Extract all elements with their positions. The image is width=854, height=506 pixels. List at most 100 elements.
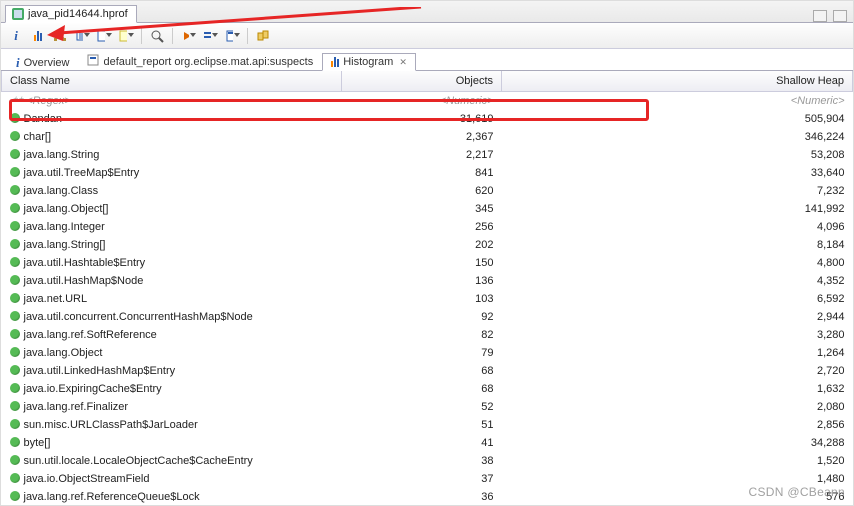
class-icon [10, 311, 20, 321]
cell-class-name: java.util.TreeMap$Entry [2, 164, 342, 182]
tab-histogram[interactable]: Histogram ✕ [322, 53, 416, 71]
table-row[interactable]: byte[]4134,288 [2, 434, 853, 452]
table-row[interactable]: char[]2,367346,224 [2, 128, 853, 146]
table-row[interactable]: java.lang.ref.Finalizer522,080 [2, 398, 853, 416]
table-row[interactable]: java.lang.Object[]345141,992 [2, 200, 853, 218]
sub-tab-bar: i Overview default_report org.eclipse.ma… [1, 49, 853, 71]
watermark: CSDN @CBeann [749, 485, 845, 499]
table-row[interactable]: java.util.HashMap$Node1364,352 [2, 272, 853, 290]
cell-class-name: java.lang.Object[] [2, 200, 342, 218]
cell-shallow: 2,944 [502, 308, 853, 326]
cell-class-name: sun.misc.URLClassPath$JarLoader [2, 416, 342, 434]
maximize-button[interactable] [833, 10, 847, 22]
cell-class-name: char[] [2, 128, 342, 146]
cell-objects: 41 [342, 434, 502, 452]
table-header-row: Class Name Objects Shallow Heap [2, 71, 853, 92]
cell-class-name: java.lang.ref.SoftReference [2, 326, 342, 344]
class-icon [10, 167, 20, 177]
col-class-name[interactable]: Class Name [2, 71, 342, 92]
table-row[interactable]: java.util.LinkedHashMap$Entry682,720 [2, 362, 853, 380]
cell-objects: 82 [342, 326, 502, 344]
close-icon[interactable]: ✕ [399, 57, 407, 68]
cell-class-name: java.lang.Integer [2, 218, 342, 236]
filter-row[interactable]: ⁺⁺ <Regex> <Numeric> <Numeric> [2, 92, 853, 110]
table-row[interactable]: Dandan31,619505,904 [2, 110, 853, 128]
histogram-table: Class Name Objects Shallow Heap ⁺⁺ <Rege… [1, 71, 853, 505]
table-row[interactable]: java.lang.String2,21753,208 [2, 146, 853, 164]
thread-overview-button[interactable] [73, 27, 91, 45]
class-icon [10, 221, 20, 231]
table-row[interactable]: java.lang.Class6207,232 [2, 182, 853, 200]
search-button[interactable] [148, 27, 166, 45]
histogram-button[interactable] [29, 27, 47, 45]
cell-shallow: 505,904 [502, 110, 853, 128]
cell-shallow: 1,264 [502, 344, 853, 362]
cell-class-name: sun.util.locale.LocaleObjectCache$CacheE… [2, 452, 342, 470]
table-row[interactable]: java.lang.String[]2028,184 [2, 236, 853, 254]
table-row[interactable]: java.lang.ref.ReferenceQueue$Lock36576 [2, 488, 853, 506]
run-report-button[interactable] [179, 27, 197, 45]
cell-class-name: java.lang.ref.ReferenceQueue$Lock [2, 488, 342, 506]
col-shallow[interactable]: Shallow Heap [502, 71, 853, 92]
cell-objects: 2,217 [342, 146, 502, 164]
hprof-file-icon [12, 8, 24, 20]
table-row[interactable]: java.io.ExpiringCache$Entry681,632 [2, 380, 853, 398]
cell-shallow: 53,208 [502, 146, 853, 164]
cell-shallow: 33,640 [502, 164, 853, 182]
cell-class-name: java.lang.String [2, 146, 342, 164]
cell-objects: 31,619 [342, 110, 502, 128]
table-row[interactable]: java.lang.Object791,264 [2, 344, 853, 362]
cell-shallow: 6,592 [502, 290, 853, 308]
cell-objects: 103 [342, 290, 502, 308]
class-icon [10, 275, 20, 285]
cell-class-name: java.lang.Class [2, 182, 342, 200]
group-button[interactable] [201, 27, 219, 45]
class-icon [10, 491, 20, 501]
minimize-button[interactable] [813, 10, 827, 22]
cell-class-name: java.util.concurrent.ConcurrentHashMap$N… [2, 308, 342, 326]
table-row[interactable]: java.lang.ref.SoftReference823,280 [2, 326, 853, 344]
chevron-down-icon [212, 33, 218, 39]
chevron-down-icon [128, 33, 134, 39]
top-consumers-button[interactable] [95, 27, 113, 45]
tab-label: default_report org.eclipse.mat.api:suspe… [103, 56, 313, 68]
cell-class-name: java.net.URL [2, 290, 342, 308]
toolbar-separator [247, 28, 248, 44]
table-row[interactable]: sun.util.locale.LocaleObjectCache$CacheE… [2, 452, 853, 470]
cell-shallow: 346,224 [502, 128, 853, 146]
cell-objects: 256 [342, 218, 502, 236]
table-row[interactable]: java.util.TreeMap$Entry84133,640 [2, 164, 853, 182]
class-icon [10, 113, 20, 123]
class-icon [10, 365, 20, 375]
cell-class-name: java.util.Hashtable$Entry [2, 254, 342, 272]
editor-tab-hprof[interactable]: java_pid14644.hprof [5, 5, 137, 23]
cell-objects: 79 [342, 344, 502, 362]
toolbar-separator [172, 28, 173, 44]
compare-button[interactable] [254, 27, 272, 45]
cell-shallow: 34,288 [502, 434, 853, 452]
overview-button[interactable]: i [7, 27, 25, 45]
cell-objects: 92 [342, 308, 502, 326]
cell-shallow: 2,856 [502, 416, 853, 434]
class-icon [10, 293, 20, 303]
cell-class-name: java.lang.Object [2, 344, 342, 362]
tab-default-report[interactable]: default_report org.eclipse.mat.api:suspe… [78, 51, 322, 71]
class-icon [10, 437, 20, 447]
histogram-icon [331, 57, 339, 67]
table-row[interactable]: java.io.ObjectStreamField371,480 [2, 470, 853, 488]
table-row[interactable]: java.lang.Integer2564,096 [2, 218, 853, 236]
table-row[interactable]: java.util.Hashtable$Entry1504,800 [2, 254, 853, 272]
dominator-tree-button[interactable] [51, 27, 69, 45]
col-objects[interactable]: Objects [342, 71, 502, 92]
oql-button[interactable] [117, 27, 135, 45]
calculate-button[interactable] [223, 27, 241, 45]
cell-class-name: java.lang.String[] [2, 236, 342, 254]
table-row[interactable]: java.net.URL1036,592 [2, 290, 853, 308]
histogram-table-scroll[interactable]: Class Name Objects Shallow Heap ⁺⁺ <Rege… [1, 71, 853, 505]
class-icon [10, 329, 20, 339]
tab-overview[interactable]: i Overview [7, 53, 78, 71]
table-row[interactable]: sun.misc.URLClassPath$JarLoader512,856 [2, 416, 853, 434]
editor-tab-label: java_pid14644.hprof [28, 8, 128, 20]
cell-objects: 68 [342, 362, 502, 380]
table-row[interactable]: java.util.concurrent.ConcurrentHashMap$N… [2, 308, 853, 326]
